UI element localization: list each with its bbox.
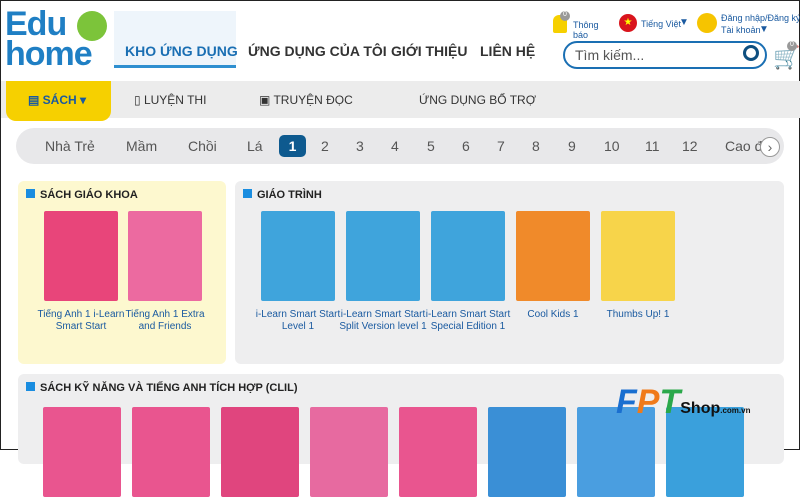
- grade-11[interactable]: 8: [532, 138, 540, 154]
- book-title[interactable]: Tiếng Anh 1 Extra and Friends: [117, 309, 213, 333]
- book-icon: ▤: [28, 93, 43, 107]
- grade-16[interactable]: Cao đ: [725, 138, 762, 154]
- section-giao-trinh: GIÁO TRÌNH i-Learn Smart Start Level 1 i-…: [235, 181, 784, 364]
- cart-count: 0: [787, 41, 797, 51]
- section-title: GIÁO TRÌNH: [243, 189, 322, 201]
- notifications-button[interactable]: 0 Thông báo: [553, 11, 611, 40]
- grade-7[interactable]: 4: [391, 138, 399, 154]
- language-label: Tiếng Việt: [641, 19, 682, 29]
- grade-6[interactable]: 3: [356, 138, 364, 154]
- next-arrow-icon[interactable]: ›: [760, 137, 780, 157]
- clil-book-cover[interactable]: [488, 407, 566, 497]
- subnav-bar: [1, 81, 800, 118]
- grade-13[interactable]: 10: [604, 138, 620, 154]
- book-title[interactable]: Thumbs Up! 1: [590, 309, 686, 321]
- book-cover[interactable]: [346, 211, 420, 301]
- subnav-truyen-doc[interactable]: ▣ TRUYỆN ĐỌC: [259, 93, 353, 107]
- eduhome-logo[interactable]: Edu home: [5, 7, 111, 73]
- avatar: [697, 13, 717, 33]
- nav-active-bg: [114, 11, 236, 68]
- book-cover[interactable]: [261, 211, 335, 301]
- grade-10[interactable]: 7: [497, 138, 505, 154]
- clil-book-cover[interactable]: [43, 407, 121, 497]
- section-title: SÁCH KỸ NĂNG VÀ TIẾNG ANH TÍCH HỢP (CLIL…: [26, 382, 298, 394]
- search-icon[interactable]: [743, 45, 759, 61]
- vietnam-flag-icon: ★: [619, 14, 637, 32]
- account-label: Tài khoản: [721, 25, 761, 35]
- grade-15[interactable]: 12: [682, 138, 698, 154]
- account-menu[interactable]: Đăng nhập/Đăng ký Tài khoản ▼: [697, 11, 800, 37]
- book-title[interactable]: Cool Kids 1: [505, 309, 601, 321]
- fpt-shop-watermark: FPTShop.com.vn: [616, 383, 751, 421]
- section-title: SÁCH GIÁO KHOA: [26, 189, 138, 201]
- book-title[interactable]: i-Learn Smart Start Special Edition 1: [420, 309, 516, 333]
- book-cover[interactable]: [516, 211, 590, 301]
- grade-1[interactable]: Mầm: [126, 138, 157, 154]
- book-cover[interactable]: [44, 211, 118, 301]
- chevron-down-icon: ▼: [679, 17, 689, 28]
- book-cover[interactable]: [431, 211, 505, 301]
- book-cover[interactable]: [128, 211, 202, 301]
- document-icon: ▯: [134, 93, 144, 107]
- grade-12[interactable]: 9: [568, 138, 576, 154]
- grade-2[interactable]: Chồi: [188, 138, 217, 154]
- sach-label: SÁCH: [42, 93, 77, 107]
- notif-label: Thông báo: [573, 20, 599, 40]
- section-sach-giao-khoa: SÁCH GIÁO KHOA Tiếng Anh 1 i-Learn Smart…: [18, 181, 226, 364]
- book-title[interactable]: i-Learn Smart Start Split Version level …: [335, 309, 431, 333]
- clil-book-cover[interactable]: [399, 407, 477, 497]
- logo-line2: home: [5, 35, 93, 73]
- truyen-doc-label: TRUYỆN ĐỌC: [273, 93, 353, 107]
- grade-0[interactable]: Nhà Trẻ: [45, 138, 95, 154]
- clil-book-cover[interactable]: [310, 407, 388, 497]
- luyen-thi-label: LUYỆN THI: [143, 93, 207, 107]
- grade-4[interactable]: 1: [279, 135, 306, 157]
- language-select[interactable]: ★ Tiếng Việt ▼: [619, 13, 691, 35]
- nav-ung-dung-cua-toi[interactable]: ỨNG DỤNG CỦA TÔI: [248, 43, 387, 59]
- login-link[interactable]: Đăng nhập/Đăng ký: [721, 13, 800, 23]
- nav-gioi-thieu[interactable]: GIỚI THIỆU: [391, 43, 468, 59]
- book-title[interactable]: i-Learn Smart Start Level 1: [250, 309, 346, 333]
- chevron-down-icon: ▼: [759, 24, 769, 35]
- grade-8[interactable]: 5: [427, 138, 435, 154]
- subnav-sach[interactable]: ▤ SÁCH ▾: [6, 81, 111, 121]
- clil-book-cover[interactable]: [221, 407, 299, 497]
- subnav-luyen-thi[interactable]: ▯ LUYỆN THI: [134, 93, 206, 107]
- notification-count: 0: [560, 11, 570, 21]
- grade-3[interactable]: Lá: [247, 138, 263, 154]
- grade-5[interactable]: 2: [321, 138, 329, 154]
- chevron-down-icon: ▾: [80, 93, 87, 107]
- subnav-ung-dung-bo-tro[interactable]: ỨNG DỤNG BỔ TRỢ: [419, 93, 536, 107]
- nav-kho-ung-dung[interactable]: KHO ỨNG DỤNG: [125, 43, 238, 59]
- book-title[interactable]: Tiếng Anh 1 i-Learn Smart Start: [33, 309, 129, 333]
- owl-icon: [77, 11, 107, 41]
- grade-14[interactable]: 11: [645, 138, 660, 154]
- nav-lien-he[interactable]: LIÊN HỆ: [480, 43, 535, 59]
- storybook-icon: ▣: [259, 93, 274, 107]
- search-input[interactable]: Tìm kiếm...: [563, 41, 767, 69]
- clil-book-cover[interactable]: [132, 407, 210, 497]
- grade-9[interactable]: 6: [462, 138, 470, 154]
- book-cover[interactable]: [601, 211, 675, 301]
